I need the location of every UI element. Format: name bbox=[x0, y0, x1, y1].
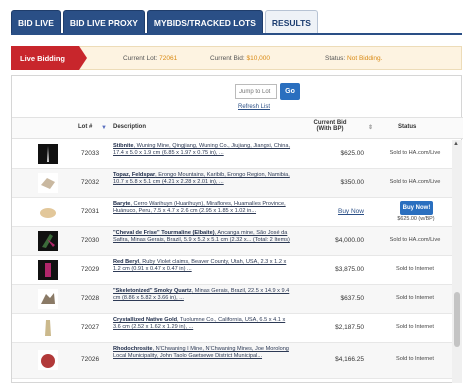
tab-bid-live[interactable]: BID LIVE bbox=[11, 10, 61, 34]
lot-number: 72028 bbox=[81, 295, 100, 302]
header-lot[interactable]: Lot # bbox=[78, 124, 92, 130]
scrollbar-thumb[interactable] bbox=[454, 292, 460, 347]
status-value: Not Bidding. bbox=[347, 55, 383, 62]
live-bidding-badge: Live Bidding bbox=[11, 46, 87, 70]
tab-bar: BID LIVE BID LIVE PROXY MYBIDS/TRACKED L… bbox=[11, 10, 318, 34]
lot-description[interactable]: Baryte, Cerro Warihuyn (Huarihuyn), Mira… bbox=[113, 201, 291, 215]
buy-now-price: $625.00 (w/BP) bbox=[397, 216, 435, 222]
current-bid-info: Current Bid: $10,000 bbox=[210, 55, 270, 62]
current-bid-label: Current Bid: bbox=[210, 55, 245, 62]
current-bid: $625.00 bbox=[340, 150, 365, 157]
lot-status: Sold to Internet bbox=[396, 295, 434, 301]
lot-status: Sold to HA.com/Live bbox=[389, 237, 441, 243]
current-bid-value: $10,000 bbox=[246, 55, 271, 62]
lot-title: Red Beryl bbox=[113, 259, 140, 265]
current-lot-info: Current Lot: 72061 bbox=[123, 55, 177, 62]
lot-status: Sold to HA.com/Live bbox=[389, 179, 441, 185]
scroll-up-arrow-icon[interactable]: ▲ bbox=[453, 141, 459, 147]
lot-description-text: , Cerro Warihuyn (Huarihuyn), Miraflores… bbox=[113, 201, 286, 214]
current-bid: $4,000.00 bbox=[335, 237, 364, 244]
sort-desc-icon[interactable]: ▼ bbox=[101, 125, 107, 131]
current-bid: $4,166.25 bbox=[335, 356, 364, 363]
lot-title: "Cheval de Frise" Tourmaline (Elbaite) bbox=[113, 230, 215, 236]
lot-description[interactable]: "Cheval de Frise" Tourmaline (Elbaite), … bbox=[113, 230, 291, 244]
tab-bid-live-proxy[interactable]: BID LIVE PROXY bbox=[62, 10, 145, 34]
buy-now-link[interactable]: Buy Now bbox=[292, 208, 364, 215]
lot-title: Baryte bbox=[113, 201, 131, 207]
lot-title: Topaz, Feldspar bbox=[113, 172, 156, 178]
lot-status: Sold to Internet bbox=[396, 266, 434, 272]
table-row[interactable]: 72027 Crystallized Native Gold, Tuolumne… bbox=[12, 314, 452, 343]
lot-description[interactable]: Crystallized Native Gold, Tuolumne Co., … bbox=[113, 317, 291, 331]
tab-results[interactable]: RESULTS bbox=[264, 10, 318, 34]
table-row[interactable]: 72031 Baryte, Cerro Warihuyn (Huarihuyn)… bbox=[12, 198, 452, 227]
lot-thumbnail[interactable] bbox=[38, 318, 58, 338]
lot-description[interactable]: Topaz, Feldspar, Erongo Mountains, Karib… bbox=[113, 172, 291, 186]
refresh-list-link[interactable]: Refresh List bbox=[238, 104, 270, 110]
lot-thumbnail[interactable] bbox=[38, 173, 58, 193]
lot-title: Crystallized Native Gold bbox=[113, 317, 178, 323]
lot-status: Sold to Internet bbox=[396, 356, 434, 362]
table-row[interactable]: 72030 "Cheval de Frise" Tourmaline (Elba… bbox=[12, 227, 452, 256]
current-bid: $350.00 bbox=[340, 179, 365, 186]
lot-description[interactable]: "Skeletonized" Smoky Quartz, Minas Gerai… bbox=[113, 288, 291, 302]
lot-number: 72027 bbox=[81, 324, 100, 331]
lot-thumbnail[interactable] bbox=[38, 144, 58, 164]
lot-description-text: , Wuning Mine, Qingjiang, Wuning Co., Ji… bbox=[113, 143, 291, 156]
lot-title: Stibnite bbox=[113, 143, 134, 149]
table-scrollbar[interactable]: ▲ bbox=[452, 140, 462, 383]
current-bid: $637.50 bbox=[340, 295, 365, 302]
table-row[interactable]: 72029 Red Beryl, Ruby Violet claims, Bea… bbox=[12, 256, 452, 285]
current-bid: $2,187.50 bbox=[335, 324, 364, 331]
header-description[interactable]: Description bbox=[113, 124, 146, 130]
lot-title: Rhodochrosite bbox=[113, 346, 153, 352]
buy-now-button[interactable]: Buy Now! bbox=[400, 201, 433, 215]
table-row[interactable]: 72032 Topaz, Feldspar, Erongo Mountains,… bbox=[12, 169, 452, 198]
current-bid: $3,875.00 bbox=[335, 266, 364, 273]
results-panel: Go Refresh List Lot # ▼ Description Curr… bbox=[11, 75, 463, 383]
live-bidding-bar: Live Bidding Current Lot: 72061 Current … bbox=[11, 46, 462, 70]
current-lot-value: 72061 bbox=[159, 55, 178, 62]
table-row[interactable]: 72026 Rhodochrosite, N'Chwaning I Mine, … bbox=[12, 343, 452, 379]
lot-number: 72029 bbox=[81, 266, 100, 273]
lot-thumbnail[interactable] bbox=[38, 260, 58, 280]
status-info: Status: Not Bidding. bbox=[325, 55, 382, 62]
sort-icon[interactable]: ⇕ bbox=[368, 124, 373, 131]
table-header: Lot # ▼ Description Current Bid (With BP… bbox=[12, 117, 463, 139]
lot-title: "Skeletonized" Smoky Quartz bbox=[113, 288, 192, 294]
go-button[interactable]: Go bbox=[280, 83, 300, 100]
lot-description[interactable]: Red Beryl, Ruby Violet claims, Beaver Co… bbox=[113, 259, 291, 273]
lot-thumbnail[interactable] bbox=[38, 231, 58, 251]
header-status[interactable]: Status bbox=[398, 124, 416, 130]
tab-underline bbox=[11, 33, 462, 35]
status-label: Status: bbox=[325, 55, 346, 62]
header-current-bid[interactable]: Current Bid (With BP) bbox=[306, 120, 354, 132]
lot-status: Sold to HA.com/Live bbox=[389, 150, 441, 156]
lot-description-text: , Ruby Violet claims, Beaver County, Uta… bbox=[113, 259, 287, 272]
current-lot-label: Current Lot: bbox=[123, 55, 158, 62]
lot-thumbnail[interactable] bbox=[38, 350, 58, 370]
table-row[interactable]: 72033 Stibnite, Wuning Mine, Qingjiang, … bbox=[12, 140, 452, 169]
lot-description[interactable]: Rhodochrosite, N'Chwaning I Mine, N'Chwa… bbox=[113, 346, 291, 360]
header-current-bid-line2: (With BP) bbox=[316, 126, 344, 132]
lot-status: Sold to Internet bbox=[396, 324, 434, 330]
lot-description[interactable]: Stibnite, Wuning Mine, Qingjiang, Wuning… bbox=[113, 143, 291, 157]
lot-number: 72030 bbox=[81, 237, 100, 244]
lot-thumbnail[interactable] bbox=[38, 202, 58, 222]
lot-number: 72031 bbox=[81, 208, 100, 215]
table-row[interactable]: 72028 "Skeletonized" Smoky Quartz, Minas… bbox=[12, 285, 452, 314]
lot-number: 72026 bbox=[81, 356, 100, 363]
tab-mybids-tracked-lots[interactable]: MYBIDS/TRACKED LOTS bbox=[146, 10, 263, 34]
lot-thumbnail[interactable] bbox=[38, 289, 58, 309]
jump-to-lot-input[interactable] bbox=[235, 84, 277, 99]
lot-number: 72033 bbox=[81, 150, 100, 157]
lot-number: 72032 bbox=[81, 179, 100, 186]
